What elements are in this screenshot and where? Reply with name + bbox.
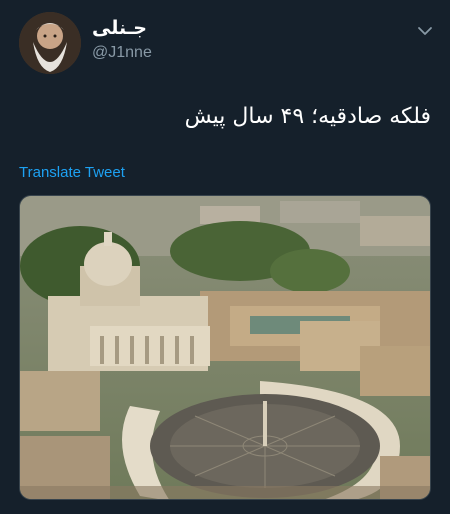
avatar[interactable] — [19, 12, 81, 74]
chevron-down-icon[interactable] — [416, 22, 434, 40]
tweet-photo[interactable] — [19, 195, 431, 500]
tweet-text: فلکه صادقیه؛ ۴۹ سال پیش — [184, 104, 431, 129]
display-name[interactable]: جـنلی — [92, 17, 147, 39]
user-handle[interactable]: @J1nne — [92, 44, 152, 62]
translate-tweet-link[interactable]: Translate Tweet — [19, 164, 125, 181]
